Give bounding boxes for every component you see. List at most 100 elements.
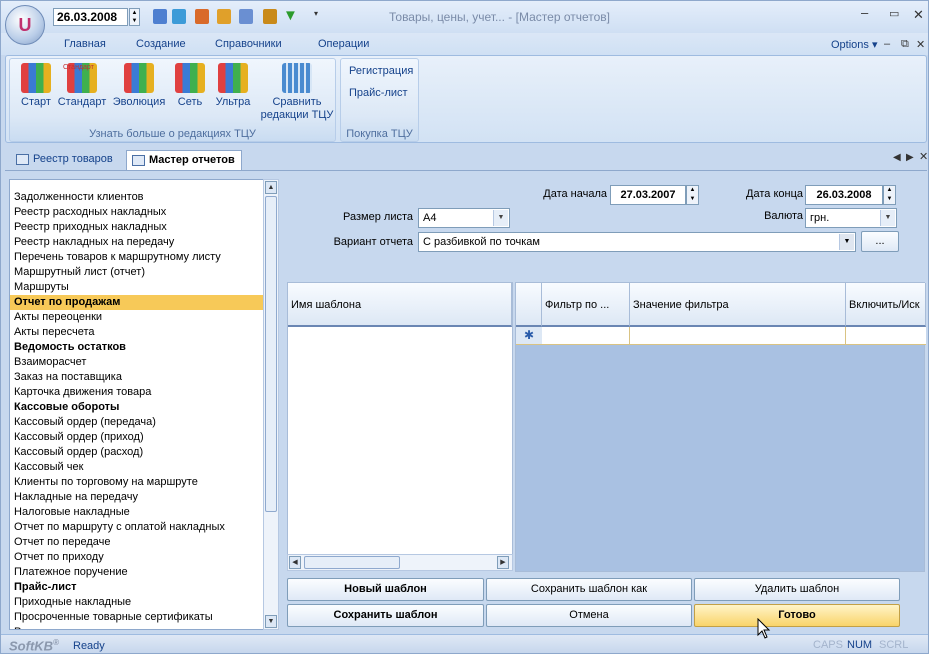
template-name-header[interactable]: Имя шаблона (288, 283, 512, 327)
evolution-button[interactable]: Эволюция (110, 63, 168, 109)
filter-value-header[interactable]: Значение фильтра (630, 283, 846, 327)
report-list-item[interactable]: Реестр накладных на передачу (10, 235, 266, 250)
transfer-icon[interactable] (239, 9, 253, 24)
date-end-field[interactable]: 26.03.2008 (805, 185, 883, 205)
scroll-thumb[interactable] (265, 196, 277, 512)
date-start-spinner[interactable]: ▲ ▼ (686, 185, 699, 205)
report-list-item[interactable]: Прайс-лист (10, 580, 266, 595)
report-list-item[interactable]: Просроченные товарные сертификаты (10, 610, 266, 625)
report-list-item[interactable]: Накладные на передачу (10, 490, 266, 505)
tab-wizard[interactable]: Мастер отчетов (126, 150, 242, 170)
scroll-up-icon[interactable]: ▲ (265, 181, 277, 194)
report-list-item[interactable]: Акты пересчета (10, 325, 266, 340)
report-list-item[interactable]: Реестр расходных накладных (10, 205, 266, 220)
report-list-item[interactable]: Расходные накладные (10, 625, 266, 629)
restore-icon[interactable]: ⧉ (901, 38, 909, 51)
variant-select[interactable]: С разбивкой по точкам ▼ (418, 232, 856, 252)
list-icon[interactable] (153, 9, 167, 24)
save-as-button[interactable]: Сохранить шаблон как (486, 578, 692, 601)
start-button[interactable]: Старт (16, 63, 56, 109)
report-list-item[interactable]: Кассовый ордер (приход) (10, 430, 266, 445)
tab-next-icon[interactable]: ▶ (906, 152, 914, 163)
cancel-button[interactable]: Отмена (486, 604, 692, 627)
options-menu[interactable]: Options ▾ (831, 38, 878, 51)
report-list-item[interactable]: Взаиморасчет (10, 355, 266, 370)
tab-close-icon[interactable]: ✕ (919, 150, 928, 163)
save-template-button[interactable]: Сохранить шаблон (287, 604, 484, 627)
browse-button[interactable]: ... (861, 231, 899, 252)
tab-home[interactable]: Главная (64, 38, 106, 50)
date-start-field[interactable]: 27.03.2007 (610, 185, 686, 205)
report-list[interactable]: Задолженности клиентов Реестр расходных н… (9, 179, 267, 630)
date-end-spinner[interactable]: ▲ ▼ (883, 185, 896, 205)
scroll-right-icon[interactable]: ▶ (497, 556, 509, 569)
report-list-item[interactable]: Ведомость остатков (10, 340, 266, 355)
templates-grid[interactable]: Имя шаблона (287, 282, 513, 570)
tab-registry[interactable]: Реестр товаров (11, 150, 119, 170)
report-list-item[interactable]: Реестр приходных накладных (10, 220, 266, 235)
report-list-item[interactable]: Налоговые накладные (10, 505, 266, 520)
child-close-icon[interactable]: ✕ (916, 38, 925, 51)
report-list-item[interactable]: Платежное поручение (10, 565, 266, 580)
ribbon-minimize-icon[interactable]: – (884, 38, 890, 50)
chevron-down-icon[interactable]: ▼ (839, 234, 854, 250)
chevron-down-icon[interactable]: ▼ (880, 210, 895, 226)
report-list-item[interactable]: Карточка движения товара (10, 385, 266, 400)
date-spinner[interactable]: ▲ ▼ (129, 8, 140, 26)
report-list-item[interactable]: Отчет по продажам (10, 295, 266, 310)
sheet-size-select[interactable]: A4 ▼ (418, 208, 510, 228)
report-list-item[interactable]: Клиенты по торговому на маршруте (10, 475, 266, 490)
network-button[interactable]: Сеть (173, 63, 207, 109)
report-list-item[interactable]: Акты переоценки (10, 310, 266, 325)
compare-button[interactable]: Сравнить редакции ТЦУ (260, 63, 334, 122)
new-row-value-cell[interactable] (630, 327, 846, 345)
scroll-left-icon[interactable]: ◀ (289, 556, 301, 569)
scroll-down-icon[interactable]: ▼ (265, 615, 277, 628)
tab-operations[interactable]: Операции (318, 38, 369, 50)
report-list-item[interactable]: Маршруты (10, 280, 266, 295)
report-list-item[interactable]: Задолженности клиентов (10, 190, 266, 205)
report-list-item[interactable]: Кассовые обороты (10, 400, 266, 415)
registration-link[interactable]: Регистрация (349, 65, 413, 77)
calculator-icon[interactable] (172, 9, 186, 24)
report-icon[interactable] (263, 9, 277, 24)
report-list-item[interactable]: Отчет по приходу (10, 550, 266, 565)
minimize-icon[interactable]: – (861, 5, 868, 20)
maximize-icon[interactable]: ▭ (889, 7, 899, 20)
invoice-icon[interactable] (217, 9, 231, 24)
price-list-link[interactable]: Прайс-лист (349, 87, 408, 99)
standard-button[interactable]: Стандарт Стандарт (56, 63, 108, 109)
new-row-filter-cell[interactable] (542, 327, 630, 345)
chevron-down-icon[interactable]: ▼ (493, 210, 508, 226)
close-icon[interactable]: ✕ (913, 7, 924, 23)
new-row-marker[interactable]: ✱ (516, 327, 542, 345)
new-template-button[interactable]: Новый шаблон (287, 578, 484, 601)
report-list-item[interactable]: Перечень товаров к маршрутному листу (10, 250, 266, 265)
document-arrow-icon[interactable] (195, 9, 209, 24)
templates-hscroll[interactable]: ◀ ▶ (287, 554, 513, 571)
include-exclude-header[interactable]: Включить/Иск (846, 283, 926, 327)
filters-grid[interactable]: Фильтр по ... Значение фильтра Включить/… (515, 282, 926, 572)
filter-by-header[interactable]: Фильтр по ... (542, 283, 630, 327)
tab-create[interactable]: Создание (136, 38, 186, 50)
filter-icon[interactable]: ▼ (283, 8, 298, 24)
report-list-item[interactable]: Отчет по маршруту с оплатой накладных (10, 520, 266, 535)
delete-template-button[interactable]: Удалить шаблон (694, 578, 900, 601)
tab-prev-icon[interactable]: ◀ (893, 152, 901, 163)
report-list-scrollbar[interactable]: ▲ ▼ (263, 179, 279, 630)
report-list-item[interactable]: Заказ на поставщика (10, 370, 266, 385)
report-list-item[interactable]: Кассовый ордер (передача) (10, 415, 266, 430)
tab-references[interactable]: Справочники (215, 38, 282, 50)
report-list-item[interactable]: Кассовый ордер (расход) (10, 445, 266, 460)
hscroll-thumb[interactable] (304, 556, 400, 569)
new-row-include-cell[interactable] (846, 327, 926, 345)
ultra-button[interactable]: Ультра (213, 63, 253, 109)
report-list-item[interactable]: Маршрутный лист (отчет) (10, 265, 266, 280)
report-list-item[interactable]: Кассовый чек (10, 460, 266, 475)
report-list-item[interactable]: Отчет по передаче (10, 535, 266, 550)
date-field[interactable]: 26.03.2008 (53, 8, 128, 26)
app-menu-button[interactable]: U (5, 5, 45, 45)
report-list-item[interactable]: Приходные накладные (10, 595, 266, 610)
currency-select[interactable]: грн. ▼ (805, 208, 897, 228)
done-button[interactable]: Готово (694, 604, 900, 627)
